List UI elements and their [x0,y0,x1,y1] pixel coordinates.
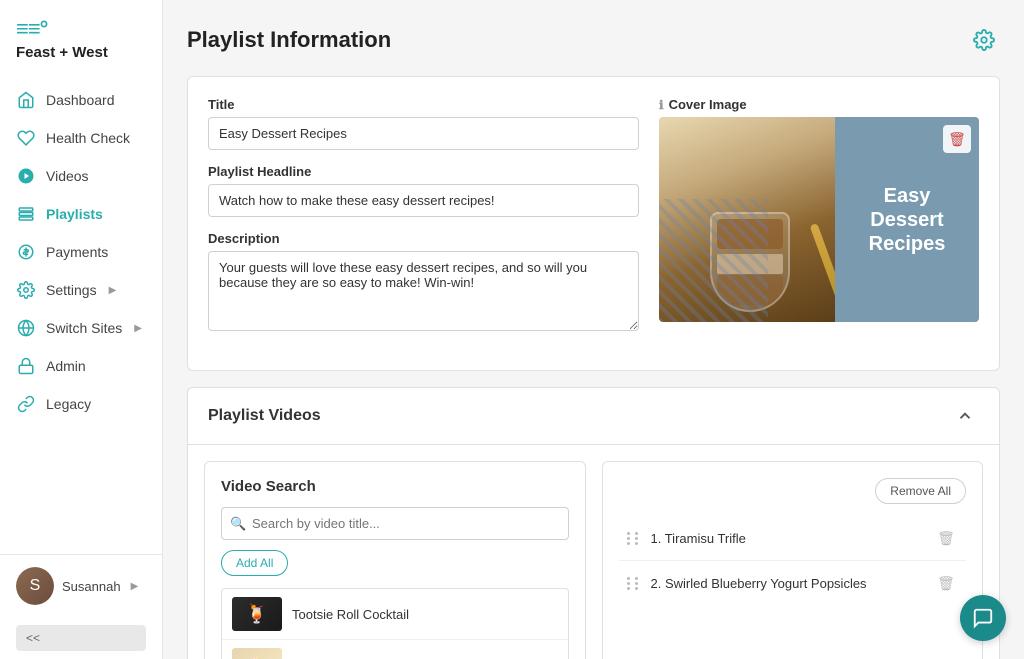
drag-handle[interactable] [627,577,641,590]
settings-gear-button[interactable] [968,24,1000,56]
title-input[interactable] [208,117,639,150]
sidebar-item-switch-sites[interactable]: Switch Sites ▶ [0,309,162,347]
cover-delete-button[interactable]: 🗑 [943,125,971,153]
playlist-videos-card: Playlist Videos Video Search 🔍 Add All T… [187,387,1000,659]
result-name: Tootsie Roll Cocktail [292,607,409,622]
sidebar-item-playlists[interactable]: Playlists [0,195,162,233]
user-arrow: ▶ [131,581,139,592]
sidebar-item-settings[interactable]: Settings ▶ [0,271,162,309]
description-textarea[interactable]: Your guests will love these easy dessert… [208,251,639,331]
switch-sites-arrow: ▶ [134,323,142,334]
logo-icon: ≡≡° [16,18,47,40]
playlist-videos-section-header: Playlist Videos [188,388,999,445]
video-item-name: 1. Tiramisu Trifle [651,531,925,546]
sidebar-item-legacy[interactable]: Legacy [0,385,162,423]
video-item-name: 2. Swirled Blueberry Yogurt Popsicles [651,576,925,591]
chat-button[interactable] [960,595,1006,641]
remove-all-button[interactable]: Remove All [875,478,966,504]
sidebar-item-admin[interactable]: Admin [0,347,162,385]
video-list-item: 1. Tiramisu Trifle 🗑 [619,516,967,561]
lock-icon [16,356,36,376]
video-delete-button[interactable]: 🗑 [934,571,958,595]
drag-handle[interactable] [627,532,641,545]
sidebar-nav: Dashboard Health Check Videos Playlists [0,73,162,554]
video-list-header: Remove All [619,478,967,504]
sidebar-item-label: Playlists [46,206,103,222]
cover-image-container: EasyDessertRecipes 🗑 [659,117,979,322]
section-collapse-button[interactable] [951,402,979,430]
description-label: Description [208,231,639,246]
video-search-title: Video Search [221,478,569,495]
sidebar-item-label: Health Check [46,130,130,146]
search-result-item[interactable]: Swirled Blueberry Yogurt Popsicles [222,640,568,659]
sidebar-logo: ≡≡° Feast + West [0,0,162,73]
list-icon [16,204,36,224]
cover-image-form-group: ℹ Cover Image [659,97,979,322]
title-form-group: Title [208,97,639,150]
sidebar: ≡≡° Feast + West Dashboard Health Check … [0,0,163,659]
sidebar-item-dashboard[interactable]: Dashboard [0,81,162,119]
headline-input[interactable] [208,184,639,217]
video-list-item: 2. Swirled Blueberry Yogurt Popsicles 🗑 [619,561,967,605]
title-label: Title [208,97,639,112]
headline-label: Playlist Headline [208,164,639,179]
info-icon: ℹ [659,98,664,112]
sidebar-footer: S Susannah ▶ [0,554,162,617]
sidebar-item-label: Videos [46,168,89,184]
home-icon [16,90,36,110]
settings-arrow: ▶ [109,285,117,296]
add-all-button[interactable]: Add All [221,550,288,576]
sidebar-item-label: Dashboard [46,92,115,108]
playlist-info-card: Title Playlist Headline Description Your… [187,76,1000,371]
cover-image-label: ℹ Cover Image [659,97,979,112]
gear-icon [16,280,36,300]
avatar: S [16,567,54,605]
section-title: Playlist Videos [208,407,321,425]
sidebar-item-videos[interactable]: Videos [0,157,162,195]
play-icon [16,166,36,186]
search-result-item[interactable]: Tootsie Roll Cocktail [222,589,568,640]
main-content: Playlist Information Title Playlist Head… [163,0,1024,659]
sidebar-user[interactable]: Susannah [62,579,121,594]
video-search-panel: Video Search 🔍 Add All Tootsie Roll Cock… [204,461,586,659]
tootsie-thumb [232,597,282,631]
heart-icon [16,128,36,148]
description-form-group: Description Your guests will love these … [208,231,639,336]
sidebar-item-label: Payments [46,244,108,260]
money-icon [16,242,36,262]
sidebar-item-payments[interactable]: Payments [0,233,162,271]
video-list-panel: Remove All 1. Tiramisu Trifle 🗑 [602,461,984,659]
link-icon [16,394,36,414]
sidebar-item-label: Switch Sites [46,320,122,336]
search-input[interactable] [221,507,569,540]
video-delete-button[interactable]: 🗑 [934,526,958,550]
video-search-results: Tootsie Roll Cocktail Swirled Blueberry … [221,588,569,659]
sidebar-item-label: Legacy [46,396,91,412]
sidebar-item-health-check[interactable]: Health Check [0,119,162,157]
sidebar-item-label: Settings [46,282,97,298]
search-icon: 🔍 [230,516,246,532]
cover-recipe-title: EasyDessertRecipes [869,184,946,256]
logo-text: Feast + West [16,44,108,61]
sidebar-collapse-btn[interactable]: << [16,625,146,651]
page-header: Playlist Information [187,24,1000,56]
page-title: Playlist Information [187,27,391,53]
videos-panel: Video Search 🔍 Add All Tootsie Roll Cock… [188,445,999,659]
sidebar-item-label: Admin [46,358,86,374]
globe-icon [16,318,36,338]
blueberry-thumb [232,648,282,659]
headline-form-group: Playlist Headline [208,164,639,217]
search-input-wrap: 🔍 [221,507,569,540]
